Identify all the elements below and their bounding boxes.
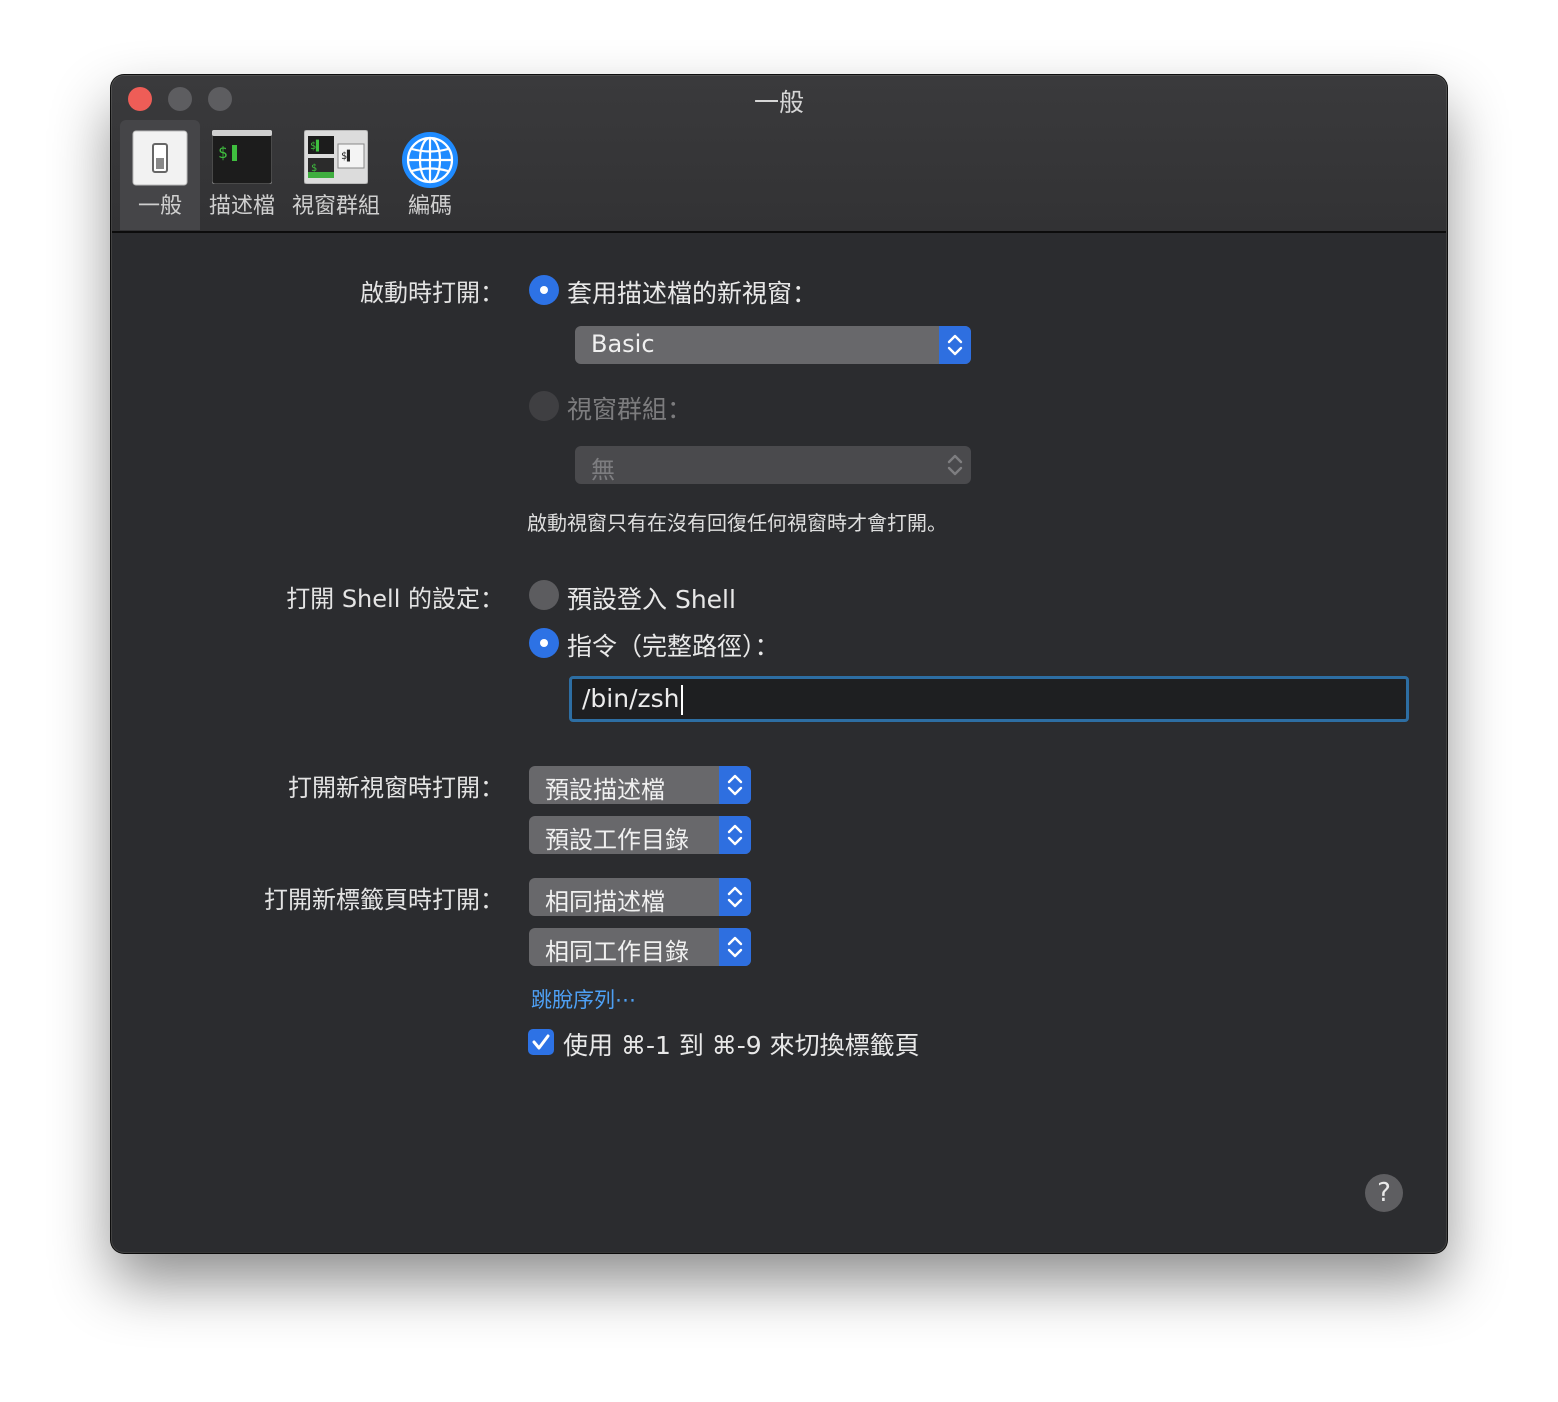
checkmark-icon [532,1034,550,1050]
new-window-label: 打開新視窗時打開： [288,774,504,802]
window-groups-icon: $▌ $▌ $ [304,130,368,184]
new-window-profile-value: 預設描述檔 [545,776,665,804]
tab-encodings-label: 編碼 [407,194,452,219]
terminal-profile-icon: $ [212,130,272,184]
svg-text:$▌: $▌ [341,149,353,162]
shell-default-option: 預設登入 Shell [567,585,736,614]
text-caret [680,685,683,715]
help-button[interactable]: ? [1365,1174,1403,1212]
popup-chevron-icon [939,326,971,364]
tab-profiles-label: 描述檔 [208,194,275,219]
new-tab-directory-value: 相同工作目錄 [545,938,689,966]
startup-group-option: 視窗群組： [567,395,693,424]
preferences-window: 一般 一般 $ 描述檔 $▌ $▌ $ 視窗群組 編碼 啟動時打開： 套用描述檔… [112,76,1446,1252]
shell-command-value: /bin/zsh [582,684,683,715]
general-switch-icon [132,130,188,186]
popup-chevron-icon [719,878,751,916]
new-tab-directory-popup[interactable]: 相同工作目錄 [529,928,751,966]
escape-sequences-link[interactable]: 跳脫序列⋯ [531,984,636,1014]
shell-label: 打開 Shell 的設定： [286,585,504,613]
startup-group-popup[interactable]: 無 [575,446,971,484]
svg-text:$▌: $▌ [310,139,322,152]
startup-hint: 啟動視窗只有在沒有回復任何視窗時才會打開。 [527,511,947,535]
tab-window-groups-label: 視窗群組 [291,194,380,219]
tab-general-label: 一般 [137,194,182,219]
new-window-directory-value: 預設工作目錄 [545,826,689,854]
startup-label: 啟動時打開： [360,279,504,307]
popup-chevron-icon [719,766,751,804]
tab-window-groups[interactable]: $▌ $▌ $ 視窗群組 [288,120,384,230]
new-tab-profile-value: 相同描述檔 [545,888,665,916]
globe-icon [402,132,458,188]
shell-command-option: 指令（完整路徑）： [567,632,780,661]
startup-profile-radio[interactable] [529,275,559,305]
new-window-profile-popup[interactable]: 預設描述檔 [529,766,751,804]
shell-default-radio[interactable] [529,580,559,610]
startup-group-value: 無 [591,456,615,484]
tab-switch-checkbox[interactable] [528,1029,554,1055]
tab-switch-label: 使用 ⌘-1 到 ⌘-9 來切換標籤頁 [563,1031,920,1060]
shell-command-radio[interactable] [529,628,559,658]
shell-command-input[interactable]: /bin/zsh [569,676,1409,722]
titlebar: 一般 一般 $ 描述檔 $▌ $▌ $ 視窗群組 編碼 [112,76,1446,233]
tab-encodings[interactable]: 編碼 [390,120,470,230]
popup-chevron-icon [719,816,751,854]
startup-profile-popup[interactable]: Basic [575,326,971,364]
new-tab-label: 打開新標籤頁時打開： [264,886,504,914]
startup-group-radio[interactable] [529,391,559,421]
startup-profile-option: 套用描述檔的新視窗： [567,279,818,308]
tab-general[interactable]: 一般 [120,120,200,230]
popup-chevron-icon [719,928,751,966]
popup-chevron-icon [939,446,971,484]
new-tab-profile-popup[interactable]: 相同描述檔 [529,878,751,916]
svg-text:$: $ [218,143,228,162]
new-window-directory-popup[interactable]: 預設工作目錄 [529,816,751,854]
window-title: 一般 [753,88,804,117]
startup-profile-value: Basic [591,330,655,358]
tab-profiles[interactable]: $ 描述檔 [202,120,282,230]
